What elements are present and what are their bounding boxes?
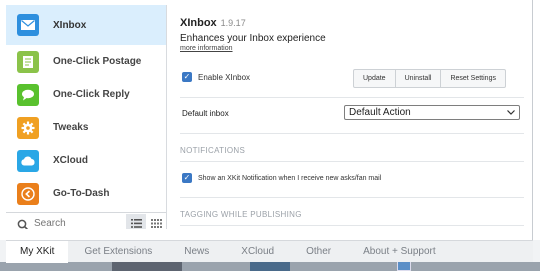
notification-checkbox[interactable]: ✓ bbox=[182, 173, 192, 183]
section-heading-notifications: NOTIFICATIONS bbox=[180, 146, 246, 155]
default-inbox-label: Default inbox bbox=[182, 109, 229, 118]
extension-action-buttons: Update Uninstall Reset Settings bbox=[353, 69, 506, 88]
tab-my-xkit[interactable]: My XKit bbox=[6, 240, 69, 263]
sidebar-item-one-click-reply[interactable]: One-Click Reply bbox=[6, 78, 166, 111]
divider bbox=[180, 97, 524, 98]
extension-sidebar: XInbox One-Click Postage One-Click Reply… bbox=[6, 5, 167, 229]
search-icon bbox=[17, 218, 29, 229]
default-inbox-select[interactable]: Default Action bbox=[344, 105, 520, 120]
enable-label: Enable XInbox bbox=[198, 72, 251, 82]
backdrop-image-fragment bbox=[250, 262, 290, 271]
uninstall-button[interactable]: Uninstall bbox=[396, 70, 442, 87]
chevron-down-icon bbox=[507, 108, 515, 117]
tab-xcloud[interactable]: XCloud bbox=[225, 241, 290, 263]
sidebar-item-xinbox[interactable]: XInbox bbox=[6, 5, 166, 45]
arrow-left-icon bbox=[17, 182, 39, 205]
sidebar-item-label: Go-To-Dash bbox=[53, 188, 110, 199]
extension-settings-panel: XInbox 1.9.17 Enhances your Inbox experie… bbox=[168, 5, 532, 231]
sidebar-item-label: One-Click Reply bbox=[53, 89, 130, 100]
tab-other[interactable]: Other bbox=[290, 241, 347, 263]
divider bbox=[180, 197, 524, 198]
divider bbox=[180, 161, 524, 162]
sidebar-item-one-click-postage[interactable]: One-Click Postage bbox=[6, 45, 166, 78]
notification-option-row[interactable]: ✓ Show an XKit Notification when I recei… bbox=[182, 173, 381, 183]
extension-version: 1.9.17 bbox=[220, 18, 246, 28]
search-input[interactable] bbox=[34, 218, 126, 229]
notification-option-label: Show an XKit Notification when I receive… bbox=[198, 174, 382, 182]
extension-title: XInbox 1.9.17 bbox=[180, 17, 246, 29]
more-information-link[interactable]: more information bbox=[180, 45, 233, 52]
default-inbox-value: Default Action bbox=[349, 107, 411, 118]
sidebar-item-label: XInbox bbox=[53, 19, 87, 31]
cloud-icon bbox=[17, 149, 39, 172]
update-button[interactable]: Update bbox=[354, 70, 396, 87]
grid-view-icon[interactable] bbox=[146, 214, 166, 230]
envelope-icon bbox=[17, 14, 39, 36]
document-icon bbox=[17, 50, 39, 73]
section-heading-tagging: TAGGING WHILE PUBLISHING bbox=[180, 210, 302, 219]
sidebar-item-label: One-Click Postage bbox=[53, 56, 142, 67]
gear-icon bbox=[17, 116, 39, 139]
extension-name: XInbox bbox=[180, 17, 217, 29]
xkit-window: XInbox One-Click Postage One-Click Reply… bbox=[6, 0, 533, 240]
sidebar-item-label: Tweaks bbox=[53, 122, 89, 133]
enable-checkbox[interactable]: ✓ bbox=[182, 72, 192, 82]
enable-extension-row[interactable]: ✓ Enable XInbox bbox=[182, 72, 250, 82]
divider bbox=[180, 225, 524, 226]
tab-about-support[interactable]: About + Support bbox=[347, 241, 452, 263]
speech-bubble-icon bbox=[17, 83, 39, 106]
backdrop-image-fragment bbox=[112, 262, 182, 271]
window-frame-right bbox=[533, 0, 540, 240]
divider bbox=[180, 133, 524, 134]
extension-description: Enhances your Inbox experience bbox=[180, 33, 326, 44]
sidebar-search-bar bbox=[6, 212, 166, 230]
sidebar-item-tweaks[interactable]: Tweaks bbox=[6, 111, 166, 144]
sidebar-item-go-to-dash[interactable]: Go-To-Dash bbox=[6, 177, 166, 210]
sidebar-item-xcloud[interactable]: XCloud bbox=[6, 144, 166, 177]
bottom-tab-bar: My XKit Get Extensions News XCloud Other… bbox=[6, 240, 533, 263]
sidebar-item-label: XCloud bbox=[53, 155, 88, 166]
list-view-icon[interactable] bbox=[126, 213, 146, 229]
reset-settings-button[interactable]: Reset Settings bbox=[441, 70, 505, 87]
tab-news[interactable]: News bbox=[168, 241, 225, 263]
tab-get-extensions[interactable]: Get Extensions bbox=[68, 241, 168, 263]
